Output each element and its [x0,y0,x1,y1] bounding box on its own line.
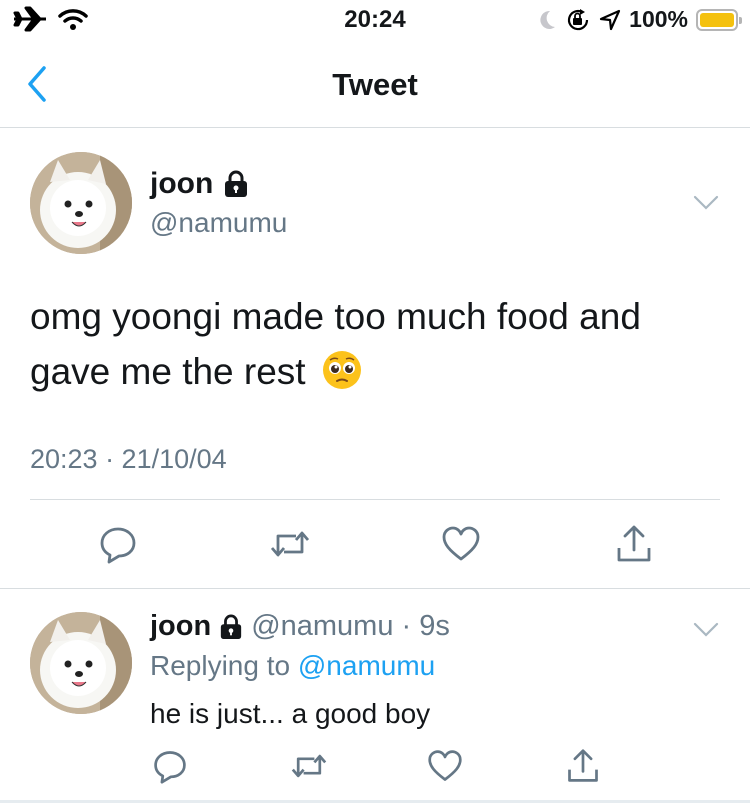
replying-to-line: Replying to @namumu [150,650,435,682]
reply-reply-button[interactable] [152,748,188,784]
like-button[interactable] [441,524,481,564]
reply-display-name[interactable]: joon [150,610,211,643]
reply-icon [154,751,186,784]
reply-text: he is just... a good boy [150,698,431,729]
share-icon [617,525,651,562]
nav-bar: Tweet [0,40,750,128]
tweet-timestamp: 20:23 · 21/10/04 [30,444,227,474]
reply-menu-button[interactable] [692,620,720,640]
battery-icon [696,8,742,31]
battery-fill [700,12,734,27]
chevron-down-icon [693,622,719,637]
reply-button[interactable] [98,524,138,564]
replying-to-link[interactable]: @namumu [298,650,435,681]
reply-icon [100,527,136,564]
dog-avatar-image [30,152,132,254]
page-title: Tweet [332,67,418,102]
reply-avatar[interactable] [30,612,132,714]
status-bar: 20:24 100% [0,0,750,40]
chevron-down-icon [693,195,719,210]
orientation-lock-icon [568,8,589,30]
retweet-icon [291,754,327,778]
reply-actions [0,748,750,784]
author-handle[interactable]: @namumu [150,207,287,239]
lock-icon [221,614,242,639]
battery-percent: 100% [629,6,688,32]
author-display-name[interactable]: joon [150,167,213,201]
status-right: 100% [537,6,742,33]
share-button[interactable] [614,524,654,564]
location-icon [600,9,621,30]
tweet-text: omg yoongi made too much food and gave m… [30,289,720,399]
reply-share-button[interactable] [565,748,601,784]
lock-icon [225,170,248,197]
moon-icon [540,10,556,29]
replying-prefix: Replying to [150,650,291,681]
tweet-actions [0,524,750,564]
reply-tweet[interactable]: joon @namumu · 9s Replying to @namumu he… [0,590,750,803]
share-icon [568,749,598,782]
divider [30,499,720,500]
reply-age: · 9s [401,610,450,642]
retweet-button[interactable] [270,524,310,564]
tweet-menu-button[interactable] [692,193,720,213]
like-icon [442,526,480,561]
like-icon [428,750,462,781]
reply-like-button[interactable] [427,748,463,784]
main-tweet: joon @namumu omg yoongi made too much fo… [0,129,750,589]
retweet-icon [270,531,310,557]
reply-author-row: joon @namumu · 9s [150,610,450,643]
reply-handle[interactable]: @namumu [251,610,393,643]
pleading-face-emoji-icon [322,351,361,389]
dog-avatar-image [30,612,132,714]
avatar[interactable] [30,152,132,254]
author-name-row[interactable]: joon [150,167,249,201]
reply-retweet-button[interactable] [291,748,327,784]
